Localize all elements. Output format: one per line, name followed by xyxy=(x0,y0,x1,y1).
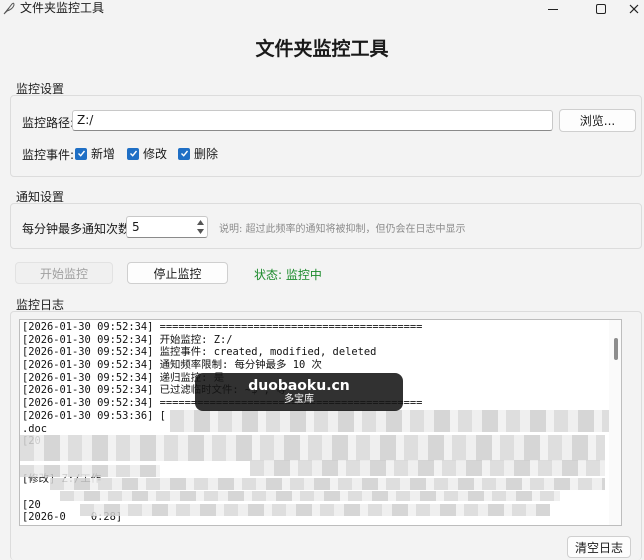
close-icon xyxy=(629,4,639,14)
event-created-checkbox[interactable]: 新增 xyxy=(75,145,115,162)
maximize-icon xyxy=(596,4,606,14)
spin-up-icon[interactable] xyxy=(195,218,205,227)
browse-button[interactable]: 浏览... xyxy=(559,109,636,132)
log-line: [2026-01-30 09:52:34] ==================… xyxy=(22,321,423,333)
stop-monitor-button[interactable]: 停止监控 xyxy=(127,262,228,284)
close-button[interactable] xyxy=(624,0,644,18)
feather-icon xyxy=(3,2,15,15)
log-line: [2026-01-30 09:52:34] 监控事件: created, mod… xyxy=(22,346,377,359)
rate-label: 每分钟最多通知次数: xyxy=(22,222,135,236)
watermark-main: duobaoku.cn xyxy=(248,378,350,394)
window-titlebar: 文件夹监控工具 xyxy=(0,0,644,18)
redacted-area xyxy=(20,435,605,461)
watermark-sub: 多宝库 xyxy=(284,394,314,405)
event-modified-label: 修改 xyxy=(143,147,168,161)
log-line: [2026-01-30 09:52:34] 通知频率限制: 每分钟最多 10 次 xyxy=(22,359,322,372)
log-textarea[interactable]: [2026-01-30 09:52:34] ==================… xyxy=(19,319,622,526)
maximize-button[interactable] xyxy=(584,0,618,18)
event-created-label: 新增 xyxy=(91,147,116,161)
window-title: 文件夹监控工具 xyxy=(20,1,105,15)
minimize-icon xyxy=(548,8,558,10)
checkmark-icon xyxy=(178,147,190,160)
status-text: 状态: 监控中 xyxy=(254,268,322,282)
page-title: 文件夹监控工具 xyxy=(255,38,389,60)
log-line: [2026-01-30 09:52:34] 开始监控: Z:/ xyxy=(22,333,233,346)
events-label: 监控事件: xyxy=(22,148,75,162)
log-scroll-thumb[interactable] xyxy=(614,338,618,360)
start-monitor-button[interactable]: 开始监控 xyxy=(15,262,113,284)
redacted-area xyxy=(80,504,550,516)
redacted-area xyxy=(20,465,160,477)
checkmark-icon xyxy=(75,147,87,160)
checkmark-icon xyxy=(127,147,139,160)
redacted-area xyxy=(60,491,560,501)
spin-down-icon[interactable] xyxy=(195,227,205,236)
log-scrollbar[interactable] xyxy=(609,320,621,525)
redacted-area xyxy=(170,410,610,432)
redacted-area xyxy=(50,478,605,490)
rate-spinbox[interactable]: 5 xyxy=(126,216,208,238)
watermark-overlay: duobaoku.cn 多宝库 xyxy=(195,373,403,411)
rate-value: 5 xyxy=(132,220,140,234)
rate-hint: 说明: 超过此频率的通知将被抑制，但仍会在日志中显示 xyxy=(219,224,466,235)
minimize-button[interactable] xyxy=(536,0,570,18)
path-input[interactable]: Z:/ xyxy=(72,110,553,131)
event-deleted-checkbox[interactable]: 删除 xyxy=(178,145,218,162)
path-label: 监控路径: xyxy=(22,116,75,130)
event-modified-checkbox[interactable]: 修改 xyxy=(127,145,167,162)
redacted-area xyxy=(250,460,605,476)
event-deleted-label: 删除 xyxy=(194,147,219,161)
monitor-settings-group xyxy=(10,95,642,177)
clear-log-button[interactable]: 清空日志 xyxy=(567,536,631,558)
